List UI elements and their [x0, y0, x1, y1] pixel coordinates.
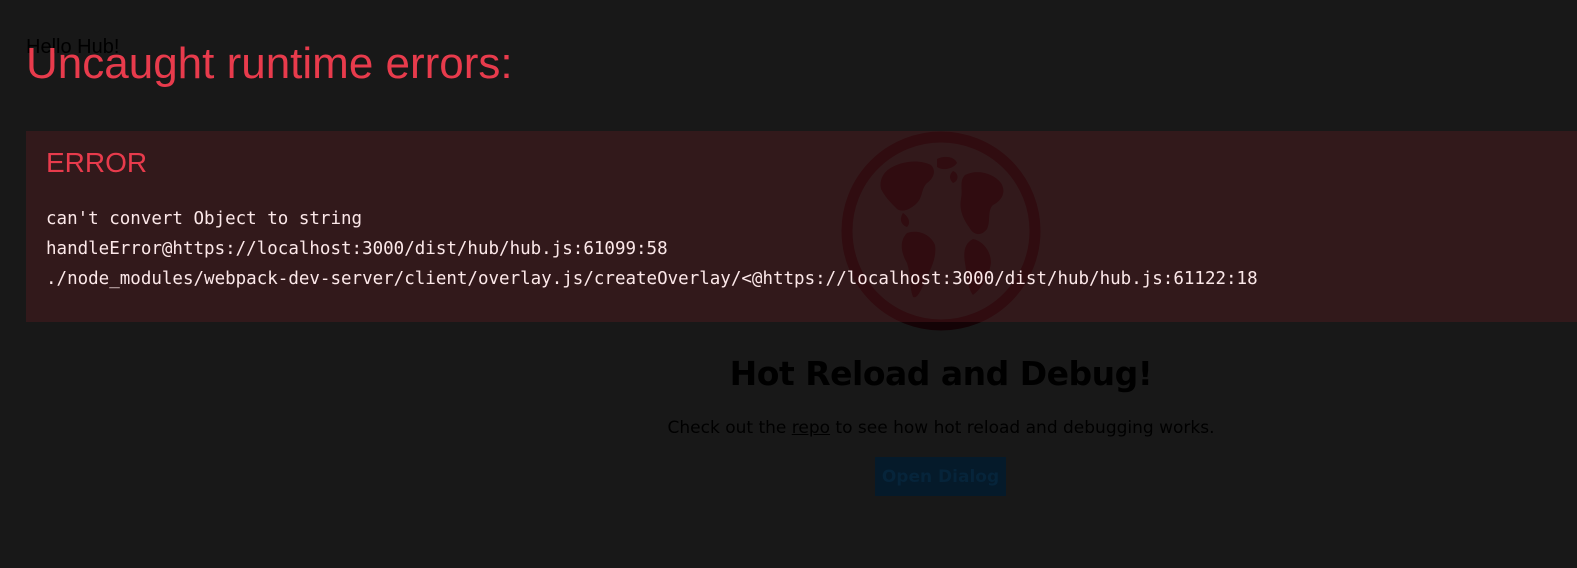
hero-text-after: to see how hot reload and debugging work… — [830, 418, 1215, 438]
error-message: can't convert Object to string — [46, 209, 363, 229]
hero-title: Hot Reload and Debug! — [729, 354, 1153, 393]
error-label: ERROR — [46, 147, 148, 178]
error-panel: ERROR can't convert Object to string hand… — [26, 131, 1577, 322]
stack-frame: handleError@https://localhost:3000/dist/… — [46, 239, 668, 259]
overlay-title: Uncaught runtime errors: — [26, 39, 513, 88]
open-dialog-button[interactable]: Open Dialog — [875, 457, 1006, 496]
hero-description: Check out the repo to see how hot reload… — [0, 418, 1577, 438]
error-stack-trace: can't convert Object to string handleErro… — [46, 204, 1258, 294]
stack-frame: ./node_modules/webpack-dev-server/client… — [46, 269, 1258, 289]
repo-link[interactable]: repo — [792, 418, 830, 438]
hero-text-before: Check out the — [667, 418, 792, 438]
